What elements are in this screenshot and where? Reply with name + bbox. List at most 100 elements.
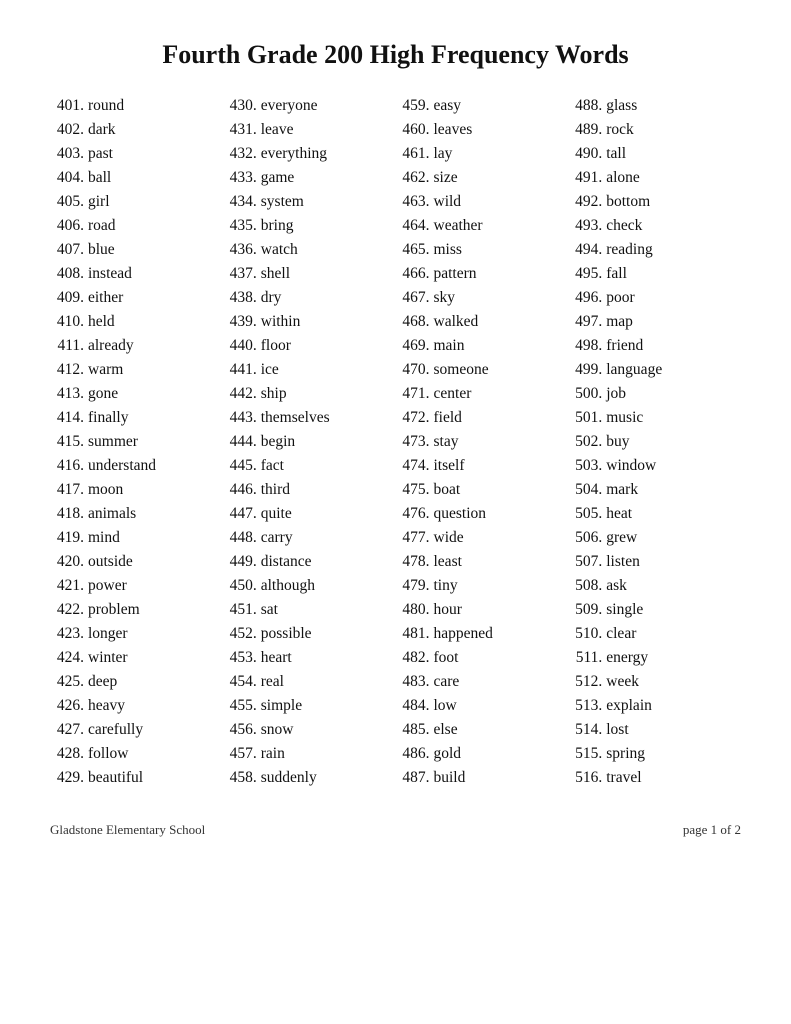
word-entry: 430.everyone: [223, 94, 396, 118]
word-text: bottom: [606, 190, 650, 214]
word-text: snow: [261, 718, 294, 742]
word-entry: 435.bring: [223, 214, 396, 238]
word-number: 489.: [568, 118, 606, 142]
word-number: 421.: [50, 574, 88, 598]
word-entry: 480.hour: [396, 598, 569, 622]
word-number: 516.: [568, 766, 606, 790]
word-text: although: [261, 574, 315, 598]
word-number: 428.: [50, 742, 88, 766]
word-number: 403.: [50, 142, 88, 166]
word-entry: 417.moon: [50, 478, 223, 502]
word-entry: 507.listen: [568, 550, 741, 574]
word-number: 414.: [50, 406, 88, 430]
word-number: 448.: [223, 526, 261, 550]
word-entry: 500.job: [568, 382, 741, 406]
word-entry: 424.winter: [50, 646, 223, 670]
word-number: 475.: [396, 478, 434, 502]
word-text: tall: [606, 142, 626, 166]
word-text: alone: [606, 166, 640, 190]
word-number: 450.: [223, 574, 261, 598]
word-entry: 450.although: [223, 574, 396, 598]
word-entry: 496.poor: [568, 286, 741, 310]
word-number: 407.: [50, 238, 88, 262]
word-number: 505.: [568, 502, 606, 526]
word-number: 483.: [396, 670, 434, 694]
word-text: sky: [434, 286, 456, 310]
word-text: low: [434, 694, 457, 718]
word-entry: 432.everything: [223, 142, 396, 166]
word-text: explain: [606, 694, 652, 718]
word-text: language: [606, 358, 662, 382]
word-entry: 454.real: [223, 670, 396, 694]
word-text: fall: [606, 262, 627, 286]
word-text: ball: [88, 166, 111, 190]
word-entry: 485.else: [396, 718, 569, 742]
word-text: ask: [606, 574, 627, 598]
word-entry: 459.easy: [396, 94, 569, 118]
word-number: 409.: [50, 286, 88, 310]
word-number: 465.: [396, 238, 434, 262]
word-entry: 492.bottom: [568, 190, 741, 214]
word-number: 434.: [223, 190, 261, 214]
word-entry: 426.heavy: [50, 694, 223, 718]
word-number: 405.: [50, 190, 88, 214]
word-text: leaves: [434, 118, 473, 142]
word-number: 479.: [396, 574, 434, 598]
word-number: 444.: [223, 430, 261, 454]
word-text: distance: [261, 550, 312, 574]
word-entry: 463.wild: [396, 190, 569, 214]
word-entry: 414.finally: [50, 406, 223, 430]
word-number: 456.: [223, 718, 261, 742]
word-number: 496.: [568, 286, 606, 310]
word-text: instead: [88, 262, 132, 286]
word-entry: 461.lay: [396, 142, 569, 166]
word-entry: 469.main: [396, 334, 569, 358]
word-text: tiny: [434, 574, 458, 598]
word-text: power: [88, 574, 127, 598]
word-text: begin: [261, 430, 295, 454]
word-entry: 464.weather: [396, 214, 569, 238]
word-entry: 497.map: [568, 310, 741, 334]
word-text: road: [88, 214, 116, 238]
word-text: dark: [88, 118, 116, 142]
word-entry: 422.problem: [50, 598, 223, 622]
word-entry: 415.summer: [50, 430, 223, 454]
word-entry: 436.watch: [223, 238, 396, 262]
word-number: 461.: [396, 142, 434, 166]
word-number: 480.: [396, 598, 434, 622]
word-text: poor: [606, 286, 634, 310]
word-number: 417.: [50, 478, 88, 502]
word-text: problem: [88, 598, 140, 622]
word-entry: 502.buy: [568, 430, 741, 454]
word-text: field: [434, 406, 462, 430]
word-text: walked: [434, 310, 479, 334]
word-number: 515.: [568, 742, 606, 766]
word-number: 424.: [50, 646, 88, 670]
word-entry: 447.quite: [223, 502, 396, 526]
word-entry: 421.power: [50, 574, 223, 598]
word-number: 416.: [50, 454, 88, 478]
word-entry: 409.either: [50, 286, 223, 310]
word-entry: 462.size: [396, 166, 569, 190]
word-number: 426.: [50, 694, 88, 718]
word-entry: 445.fact: [223, 454, 396, 478]
word-entry: 467.sky: [396, 286, 569, 310]
word-number: 420.: [50, 550, 88, 574]
word-entry: 420.outside: [50, 550, 223, 574]
word-text: held: [88, 310, 115, 334]
word-number: 439.: [223, 310, 261, 334]
word-entry: 498.friend: [568, 334, 741, 358]
word-number: 419.: [50, 526, 88, 550]
word-entry: 486.gold: [396, 742, 569, 766]
word-number: 510.: [568, 622, 606, 646]
word-entry: 505.heat: [568, 502, 741, 526]
word-entry: 416.understand: [50, 454, 223, 478]
word-entry: 482.foot: [396, 646, 569, 670]
word-number: 514.: [568, 718, 606, 742]
word-entry: 443.themselves: [223, 406, 396, 430]
word-entry: 411.already: [50, 334, 223, 358]
word-number: 427.: [50, 718, 88, 742]
word-text: deep: [88, 670, 117, 694]
word-number: 418.: [50, 502, 88, 526]
word-entry: 503.window: [568, 454, 741, 478]
